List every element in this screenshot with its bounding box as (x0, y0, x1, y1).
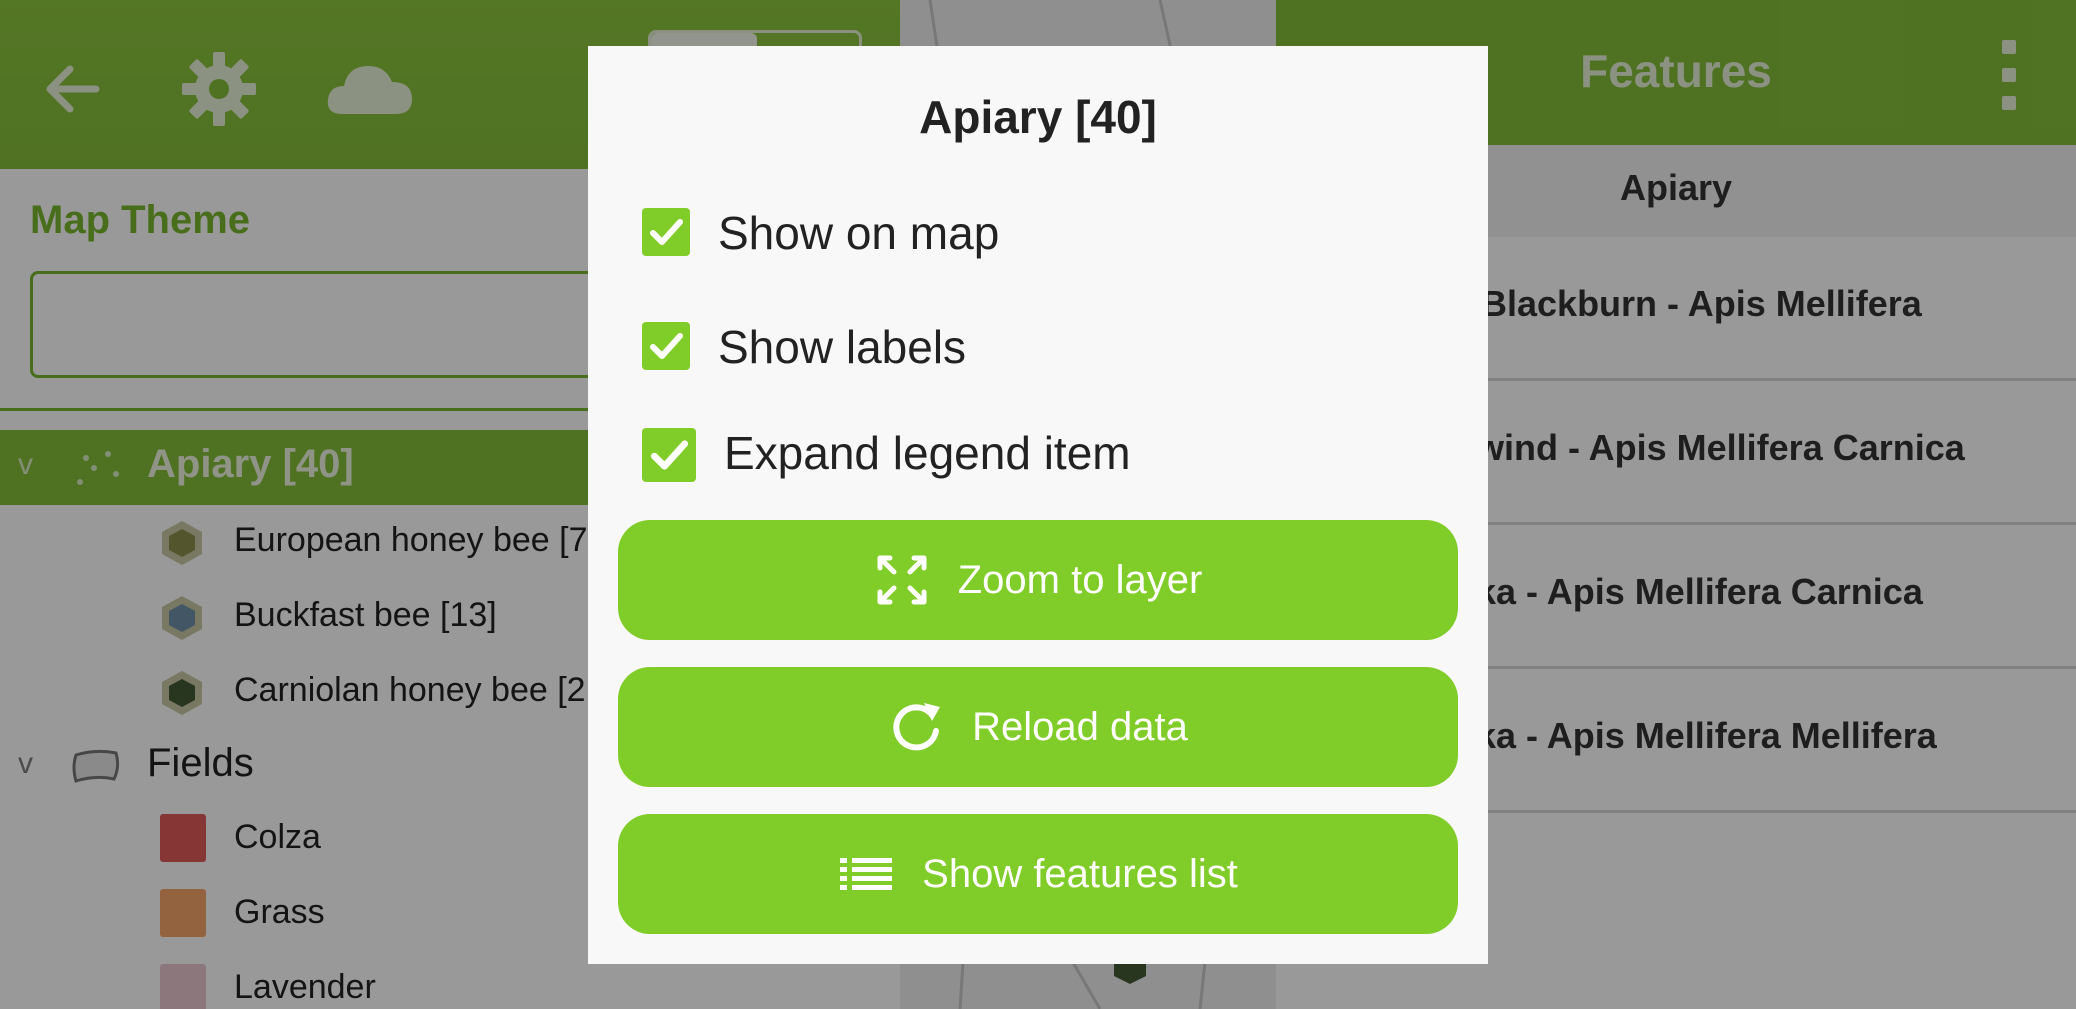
checkbox-label: Show on map (718, 207, 1000, 259)
checkbox-checked-icon[interactable] (642, 428, 696, 482)
zoom-to-extent-icon (874, 552, 930, 608)
show-labels-checkbox[interactable]: Show labels (642, 318, 1142, 378)
button-label: Reload data (972, 704, 1188, 749)
checkbox-checked-icon[interactable] (642, 208, 690, 256)
dialog-title: Apiary [40] (919, 91, 1157, 143)
checkbox-label: Show labels (718, 321, 967, 373)
show-features-list-button[interactable]: Show features list (618, 814, 1458, 934)
reload-data-button[interactable]: Reload data (618, 667, 1458, 787)
checkbox-label: Expand legend item (724, 427, 1131, 479)
layer-options-dialog: Apiary [40] Show on map Show labels Expa… (588, 46, 1488, 964)
refresh-icon (888, 699, 944, 755)
show-on-map-checkbox[interactable]: Show on map (642, 204, 1142, 264)
checkbox-checked-icon[interactable] (642, 322, 690, 370)
zoom-to-layer-button[interactable]: Zoom to layer (618, 520, 1458, 640)
list-icon (838, 846, 894, 902)
button-label: Zoom to layer (957, 557, 1203, 602)
expand-legend-checkbox[interactable]: Expand legend item (642, 424, 1242, 484)
button-label: Show features list (922, 851, 1238, 896)
